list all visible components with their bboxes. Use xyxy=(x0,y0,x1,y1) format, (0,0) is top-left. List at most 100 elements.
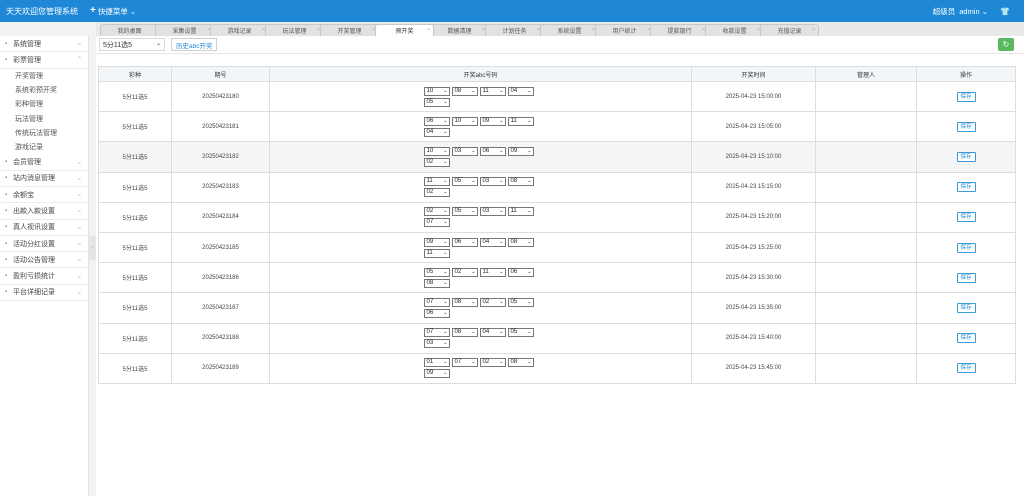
save-button[interactable]: 保存 xyxy=(956,151,976,162)
game-select[interactable]: 5分11选5 ⌄ xyxy=(99,38,165,51)
number-select[interactable]: 11 ⌄ xyxy=(423,248,450,258)
number-select[interactable]: 11 ⌄ xyxy=(507,116,534,126)
number-select[interactable]: 02 ⌄ xyxy=(423,188,450,198)
number-select[interactable]: 10 ⌄ xyxy=(451,116,478,126)
save-button[interactable]: 保存 xyxy=(956,242,976,253)
number-select[interactable]: 04 ⌄ xyxy=(423,127,450,137)
sidebar-item[interactable]: ▪ 系统管理 ⌄ xyxy=(0,36,88,53)
tab[interactable]: 我的桌面 xyxy=(100,24,159,36)
number-select[interactable]: 05 ⌄ xyxy=(507,328,534,338)
number-select[interactable]: 05 ⌄ xyxy=(507,297,534,307)
number-select[interactable]: 03 ⌄ xyxy=(423,339,450,349)
number-select[interactable]: 08 ⌄ xyxy=(423,278,450,288)
sidebar-item[interactable]: ▪ 会员管理 ⌄ xyxy=(0,154,88,171)
sidebar-subitem[interactable]: 传统玩法管理 xyxy=(0,126,88,140)
close-icon[interactable]: × xyxy=(427,27,430,33)
number-select[interactable]: 01 ⌄ xyxy=(423,358,450,368)
number-select[interactable]: 08 ⌄ xyxy=(507,237,534,247)
sidebar-subitem[interactable]: 开奖管理 xyxy=(0,69,88,83)
tab[interactable]: 提款银行 × xyxy=(650,24,709,36)
number-select[interactable]: 03 ⌄ xyxy=(451,146,478,156)
sidebar-subitem[interactable]: 系统彩预开奖 xyxy=(0,83,88,97)
sidebar-item[interactable]: ▪ 真人视讯设置 ⌄ xyxy=(0,220,88,236)
number-select[interactable]: 11 ⌄ xyxy=(423,177,450,187)
number-select[interactable]: 05 ⌄ xyxy=(451,177,478,187)
skin-icon[interactable]: 👕 xyxy=(1000,7,1010,16)
number-select[interactable]: 07 ⌄ xyxy=(423,218,450,228)
tab[interactable]: 预开奖 × xyxy=(375,24,434,36)
number-select[interactable]: 10 ⌄ xyxy=(423,86,450,96)
save-button[interactable]: 保存 xyxy=(956,182,976,193)
tab[interactable]: 采集设置 × xyxy=(155,24,214,36)
number-select[interactable]: 02 ⌄ xyxy=(451,267,478,277)
number-select[interactable]: 02 ⌄ xyxy=(423,157,450,167)
sidebar-item[interactable]: ▪ 余额宝 ⌄ xyxy=(0,187,88,204)
tab[interactable]: 系统设置 × xyxy=(540,24,599,36)
number-select[interactable]: 08 ⌄ xyxy=(451,328,478,338)
number-select[interactable]: 03 ⌄ xyxy=(479,177,506,187)
number-select[interactable]: 03 ⌄ xyxy=(479,207,506,217)
number-select[interactable]: 06 ⌄ xyxy=(451,237,478,247)
number-select[interactable]: 07 ⌄ xyxy=(451,358,478,368)
save-button[interactable]: 保存 xyxy=(956,212,976,223)
sidebar-item[interactable]: ▪ 站内消息管理 ⌄ xyxy=(0,171,88,187)
number-select[interactable]: 04 ⌄ xyxy=(507,86,534,96)
tab[interactable]: 充值记录 × xyxy=(760,24,819,36)
refresh-button[interactable]: ↻ xyxy=(998,38,1014,51)
tab[interactable]: 游戏记录 × xyxy=(210,24,269,36)
number-select[interactable]: 09 ⌄ xyxy=(479,116,506,126)
quick-menu-button[interactable]: + 快捷菜单 ⌄ xyxy=(90,6,136,17)
tab[interactable]: 玩法管理 × xyxy=(265,24,324,36)
number-select[interactable]: 07 ⌄ xyxy=(423,328,450,338)
number-select[interactable]: 06 ⌄ xyxy=(423,308,450,318)
number-select[interactable]: 11 ⌄ xyxy=(507,207,534,217)
number-select[interactable]: 07 ⌄ xyxy=(423,297,450,307)
sidebar-item[interactable]: ▪ 活动公告管理 ⌄ xyxy=(0,252,88,269)
sidebar-subitem[interactable]: 游戏记录 xyxy=(0,140,88,154)
sidebar-item[interactable]: ▪ 出款入款设置 ⌄ xyxy=(0,203,88,220)
save-button[interactable]: 保存 xyxy=(956,91,976,102)
number-select[interactable]: 08 ⌄ xyxy=(451,86,478,96)
sidebar-collapse-handle[interactable]: ‹ xyxy=(89,236,96,260)
close-icon[interactable]: × xyxy=(812,27,815,33)
tab[interactable]: 计划任务 × xyxy=(485,24,544,36)
number-select[interactable]: 06 ⌄ xyxy=(507,267,534,277)
number-select[interactable]: 02 ⌄ xyxy=(479,297,506,307)
tab[interactable]: 用户统计 × xyxy=(595,24,654,36)
number-select[interactable]: 05 ⌄ xyxy=(423,97,450,107)
tab[interactable]: 数据清理 × xyxy=(430,24,489,36)
history-button[interactable]: 历史abc开奖 xyxy=(171,38,218,51)
number-select[interactable]: 02 ⌄ xyxy=(479,358,506,368)
number-select[interactable]: 02 ⌄ xyxy=(423,207,450,217)
number-select[interactable]: 09 ⌄ xyxy=(423,369,450,379)
sidebar-item[interactable]: ▪ 活动分红设置 ⌄ xyxy=(0,236,88,253)
number-select[interactable]: 06 ⌄ xyxy=(423,116,450,126)
save-button[interactable]: 保存 xyxy=(956,302,976,313)
number-select[interactable]: 09 ⌄ xyxy=(507,146,534,156)
sidebar-item[interactable]: ▪ 盈利亏损统计 ⌄ xyxy=(0,268,88,285)
tab[interactable]: 收款设置 × xyxy=(705,24,764,36)
save-button[interactable]: 保存 xyxy=(956,272,976,283)
number-select[interactable]: 05 ⌄ xyxy=(423,267,450,277)
number-select[interactable]: 08 ⌄ xyxy=(507,177,534,187)
save-button[interactable]: 保存 xyxy=(956,121,976,132)
sidebar-subitem[interactable]: 彩种管理 xyxy=(0,97,88,111)
save-button[interactable]: 保存 xyxy=(956,333,976,344)
number-select[interactable]: 04 ⌄ xyxy=(479,237,506,247)
number-select[interactable]: 08 ⌄ xyxy=(507,358,534,368)
number-select[interactable]: 06 ⌄ xyxy=(479,146,506,156)
sidebar-item[interactable]: ▪ 平台详细记录 ⌄ xyxy=(0,285,88,302)
number-select[interactable]: 11 ⌄ xyxy=(479,267,506,277)
number-select[interactable]: 04 ⌄ xyxy=(479,328,506,338)
sidebar-item[interactable]: ▪ 彩票管理 ⌃ xyxy=(0,52,88,69)
number-select[interactable]: 11 ⌄ xyxy=(479,86,506,96)
tab[interactable]: 开奖管理 × xyxy=(320,24,379,36)
save-button[interactable]: 保存 xyxy=(956,363,976,374)
number-select[interactable]: 08 ⌄ xyxy=(451,297,478,307)
sidebar-subitem[interactable]: 玩法管理 xyxy=(0,111,88,125)
user-menu[interactable]: admin ⌄ xyxy=(959,7,988,16)
number-select[interactable]: 05 ⌄ xyxy=(451,207,478,217)
chevron-down-icon: ⌄ xyxy=(443,329,448,336)
number-select[interactable]: 10 ⌄ xyxy=(423,146,450,156)
number-select[interactable]: 09 ⌄ xyxy=(423,237,450,247)
